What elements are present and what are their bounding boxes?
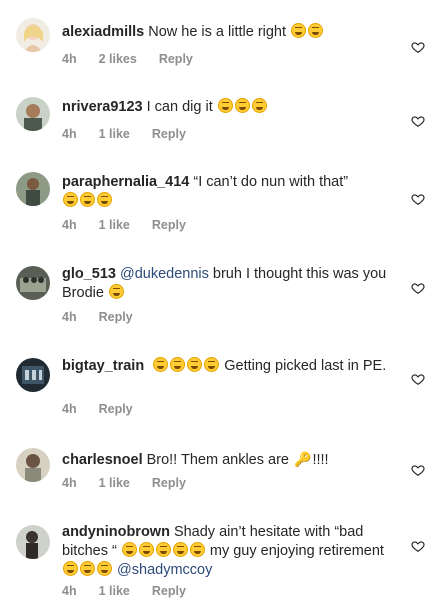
avatar[interactable] xyxy=(16,448,50,482)
comment-time: 4h xyxy=(62,127,77,141)
mention-link[interactable]: @shadymccoy xyxy=(117,562,212,578)
comment-username[interactable]: nrivera9123 xyxy=(62,99,143,115)
comment-time: 4h xyxy=(62,218,77,232)
comment-text: Getting picked last in PE. xyxy=(224,358,387,374)
comment-body: charlesnoel Bro!! Them ankles are 🔑!!!! xyxy=(62,450,392,470)
comment-text: Bro!! Them ankles are xyxy=(146,452,289,468)
comment-username[interactable]: andyninobrown xyxy=(62,524,170,540)
laughing-emoji xyxy=(108,284,124,299)
reply-button[interactable]: Reply xyxy=(99,310,133,324)
comment-username[interactable]: alexiadmills xyxy=(62,24,144,40)
comment-meta: 4h 1 like Reply xyxy=(62,218,208,232)
avatar[interactable] xyxy=(16,18,50,52)
comment-text-end: !!!! xyxy=(312,452,329,468)
avatar[interactable] xyxy=(16,97,50,131)
laughing-emoji xyxy=(63,192,78,207)
laughing-emoji xyxy=(121,542,137,557)
reply-button[interactable]: Reply xyxy=(99,402,133,416)
laughing-emoji xyxy=(97,192,112,207)
comment-body: glo_513 @dukedennis bruh I thought this w… xyxy=(62,265,392,303)
comment-body: nrivera9123 I can dig it xyxy=(62,98,392,117)
laughing-emoji xyxy=(251,98,267,113)
comment-likes[interactable]: 2 likes xyxy=(99,52,137,66)
comment-time: 4h xyxy=(62,402,77,416)
comment-text: “I can’t do nun with that” xyxy=(193,174,349,190)
comment-text: I can dig it xyxy=(146,99,213,115)
laughing-emoji xyxy=(172,542,188,557)
comment-meta: 4h Reply xyxy=(62,310,155,324)
comment-time: 4h xyxy=(62,52,77,66)
comment-likes[interactable]: 1 like xyxy=(99,476,130,490)
laughing-emoji xyxy=(234,98,250,113)
avatar[interactable] xyxy=(16,525,50,559)
heart-outline-icon[interactable] xyxy=(411,114,425,128)
comment-body: alexiadmills Now he is a little right xyxy=(62,23,392,42)
comment-username[interactable]: glo_513 xyxy=(62,266,116,282)
comment-meta: 4h 2 likes Reply xyxy=(62,52,215,66)
laughing-emoji xyxy=(63,561,78,576)
comment-text-2: my guy enjoying retirement xyxy=(209,543,384,559)
laughing-emoji xyxy=(308,23,324,38)
laughing-emoji xyxy=(153,357,169,372)
key-emoji: 🔑 xyxy=(294,451,312,467)
comment-body: bigtay_train Getting picked last in PE. xyxy=(62,357,392,376)
laughing-emoji xyxy=(80,192,95,207)
reply-button[interactable]: Reply xyxy=(152,218,186,232)
reply-button[interactable]: Reply xyxy=(159,52,193,66)
reply-button[interactable]: Reply xyxy=(152,584,186,598)
comment-time: 4h xyxy=(62,584,77,598)
comment-username[interactable]: paraphernalia_414 xyxy=(62,174,189,190)
comment-likes[interactable]: 1 like xyxy=(99,584,130,598)
comment-username[interactable]: bigtay_train xyxy=(62,358,144,374)
reply-button[interactable]: Reply xyxy=(152,476,186,490)
comment-likes[interactable]: 1 like xyxy=(99,218,130,232)
comment-username[interactable]: charlesnoel xyxy=(62,452,143,468)
laughing-emoji xyxy=(187,357,203,372)
comment-time: 4h xyxy=(62,310,77,324)
avatar[interactable] xyxy=(16,358,50,392)
comment-body: paraphernalia_414 “I can’t do nun with th… xyxy=(62,173,392,211)
laughing-emoji xyxy=(80,561,95,576)
heart-outline-icon[interactable] xyxy=(411,40,425,54)
comment-meta: 4h 1 like Reply xyxy=(62,127,208,141)
comment-text: Now he is a little right xyxy=(148,24,287,40)
comment-likes[interactable]: 1 like xyxy=(99,127,130,141)
laughing-emoji xyxy=(204,357,220,372)
heart-outline-icon[interactable] xyxy=(411,281,425,295)
heart-outline-icon[interactable] xyxy=(411,539,425,553)
laughing-emoji xyxy=(138,542,154,557)
comment-body: andyninobrown Shady ain’t hesitate with “… xyxy=(62,523,392,580)
laughing-emoji xyxy=(170,357,186,372)
avatar[interactable] xyxy=(16,266,50,300)
reply-button[interactable]: Reply xyxy=(152,127,186,141)
comment-meta: 4h 1 like Reply xyxy=(62,584,208,598)
avatar[interactable] xyxy=(16,172,50,206)
laughing-emoji xyxy=(189,542,205,557)
comment-meta: 4h 1 like Reply xyxy=(62,476,208,490)
mention-link[interactable]: @dukedennis xyxy=(120,266,209,282)
laughing-emoji xyxy=(97,561,112,576)
laughing-emoji xyxy=(155,542,171,557)
heart-outline-icon[interactable] xyxy=(411,192,425,206)
laughing-emoji xyxy=(291,23,307,38)
laughing-emoji xyxy=(217,98,233,113)
comment-meta: 4h Reply xyxy=(62,402,155,416)
heart-outline-icon[interactable] xyxy=(411,463,425,477)
comment-time: 4h xyxy=(62,476,77,490)
heart-outline-icon[interactable] xyxy=(411,372,425,386)
